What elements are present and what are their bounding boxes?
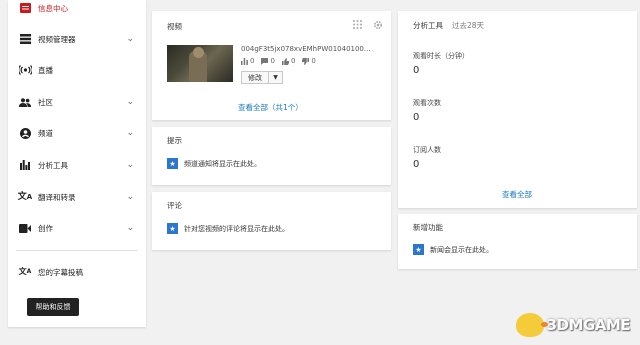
mascot-icon — [515, 313, 548, 337]
sidebar-divider — [16, 250, 138, 251]
tips-notice: ★ 频道通知将显示在此处。 — [167, 158, 261, 169]
analytics-period: 过去28天 — [452, 21, 485, 30]
sidebar-item-create[interactable]: 创作 ⌄ — [8, 218, 146, 238]
create-icon — [18, 221, 32, 235]
watermark-logo: 3DMGAME — [515, 313, 631, 337]
whats-new-card: 新增功能 ★ 新闻会显示在此处。 — [398, 214, 637, 269]
edit-video-button[interactable]: 修改 ▼ — [241, 71, 283, 84]
see-all-videos-link[interactable]: 查看全部（共1个） — [238, 102, 303, 113]
star-icon: ★ — [167, 158, 178, 169]
analytics-icon — [18, 158, 32, 172]
help-feedback-button[interactable]: 帮助和反馈 — [27, 298, 79, 316]
metric-label: 观看次数 — [413, 99, 441, 107]
views-icon — [241, 57, 248, 65]
comments-notice: ★ 针对您视频的评论将显示在此处。 — [167, 223, 289, 234]
sidebar-item-label: 翻译和转录 — [38, 192, 76, 202]
notice-text: 针对您视频的评论将显示在此处。 — [184, 224, 289, 233]
notice-text: 新闻会显示在此处。 — [430, 245, 493, 254]
thumbnail-figure-head — [193, 47, 204, 58]
sidebar-item-translate[interactable]: 文A 翻译和转录 ⌄ — [8, 187, 146, 207]
card-title: 视频 — [167, 22, 182, 31]
edit-button-label[interactable]: 修改 — [242, 72, 269, 83]
see-all-analytics-link[interactable]: 查看全部 — [502, 189, 532, 200]
notice-text: 频道通知将显示在此处。 — [184, 159, 261, 168]
sidebar-item-label: 频道 — [38, 128, 53, 138]
video-thumbnail[interactable] — [167, 45, 233, 82]
sidebar-item-live[interactable]: 直播 — [8, 60, 146, 80]
chevron-down-icon[interactable]: ⌄ — [126, 128, 134, 138]
sidebar-item-analytics[interactable]: 分析工具 ⌄ — [8, 155, 146, 175]
chevron-down-icon[interactable]: ⌄ — [126, 97, 134, 107]
card-title: 新增功能 — [413, 223, 443, 232]
analytics-card: 分析工具 过去28天 观看时长（分钟） 0 观看次数 0 订阅人数 0 查看全部 — [398, 11, 637, 208]
drag-handle-icon[interactable] — [353, 20, 362, 33]
metric-value: 0 — [413, 112, 420, 123]
sidebar-item-label: 分析工具 — [38, 160, 68, 170]
chevron-down-icon[interactable]: ⌄ — [126, 223, 134, 233]
chevron-down-icon[interactable]: ⌄ — [126, 160, 134, 170]
whats-new-notice: ★ 新闻会显示在此处。 — [413, 244, 493, 255]
sidebar-item-label: 视频管理器 — [38, 34, 76, 44]
video-title[interactable]: 004gF3t5jx078xvEMhPW01040100... — [241, 45, 381, 53]
star-icon: ★ — [413, 244, 424, 255]
channel-icon — [18, 126, 32, 140]
thumbs-up-icon — [281, 57, 289, 65]
sidebar-item-label: 您的字幕投稿 — [38, 267, 83, 277]
subtitles-icon: 文A — [18, 267, 32, 276]
live-broadcast-icon — [18, 63, 32, 77]
sidebar-item-dashboard[interactable]: 信息中心 — [8, 0, 146, 18]
chevron-down-icon[interactable]: ⌄ — [126, 192, 134, 202]
dropdown-arrow-icon[interactable]: ▼ — [269, 72, 282, 83]
sidebar: 信息中心 视频管理器 ⌄ 直播 社区 ⌄ 频道 ⌄ 分析工具 ⌄ 文 A 翻译和… — [8, 0, 146, 327]
sidebar-item-label: 直播 — [38, 65, 53, 75]
comments-stat: 0 — [261, 57, 275, 65]
card-title: 提示 — [167, 136, 182, 145]
sidebar-item-label: 社区 — [38, 97, 53, 107]
sidebar-item-label: 创作 — [38, 223, 53, 233]
card-tools — [353, 20, 383, 33]
sidebar-item-channel[interactable]: 频道 ⌄ — [8, 123, 146, 143]
gear-icon[interactable] — [373, 20, 383, 33]
community-icon — [18, 95, 32, 109]
star-icon: ★ — [167, 223, 178, 234]
sidebar-item-video-manager[interactable]: 视频管理器 ⌄ — [8, 29, 146, 49]
video-stats: 0 0 0 0 — [241, 57, 316, 65]
dislikes-stat: 0 — [302, 57, 316, 65]
sidebar-item-subtitles[interactable]: 文A 您的字幕投稿 — [8, 262, 146, 282]
video-manager-icon — [18, 32, 32, 46]
chevron-down-icon[interactable]: ⌄ — [126, 34, 134, 44]
translate-icon: 文A — [17, 191, 33, 202]
card-title: 评论 — [167, 201, 182, 210]
metric-value: 0 — [413, 159, 420, 170]
videos-card: 视频 004gF3t5jx078xvEMhPW01040100... 0 0 0… — [152, 11, 391, 120]
card-title: 分析工具 — [413, 21, 443, 30]
metric-label: 观看时长（分钟） — [413, 52, 469, 60]
watermark-text: 3DMGAME — [546, 316, 631, 334]
metric-value: 0 — [413, 65, 420, 76]
sidebar-item-label: 信息中心 — [38, 3, 68, 13]
metric-label: 订阅人数 — [413, 146, 441, 154]
dashboard-icon — [18, 1, 32, 15]
tips-card: 提示 ★ 频道通知将显示在此处。 — [152, 127, 391, 185]
comment-icon — [261, 57, 269, 65]
likes-stat: 0 — [281, 57, 295, 65]
comments-card: 评论 ★ 针对您视频的评论将显示在此处。 — [152, 192, 391, 250]
views-stat: 0 — [241, 57, 254, 65]
thumbs-down-icon — [302, 57, 310, 65]
sidebar-item-community[interactable]: 社区 ⌄ — [8, 92, 146, 112]
